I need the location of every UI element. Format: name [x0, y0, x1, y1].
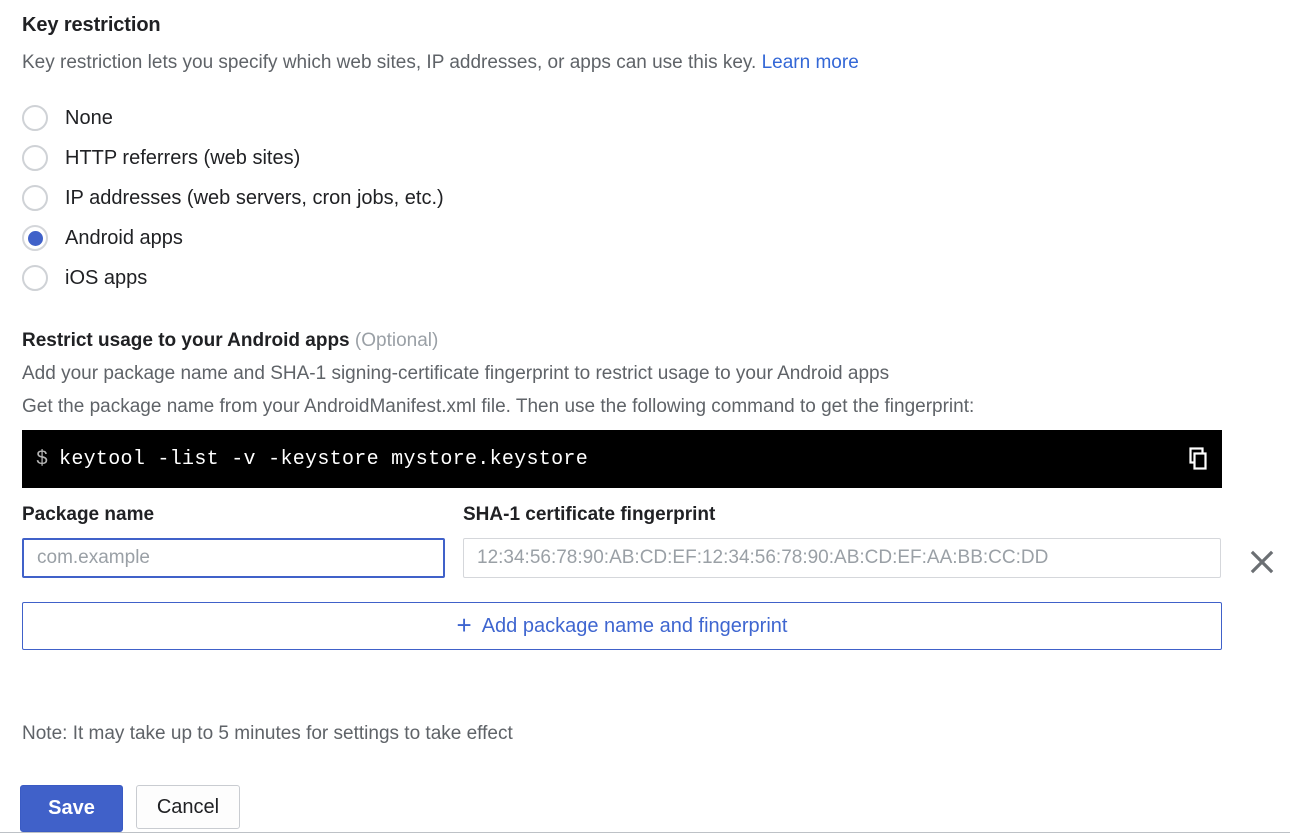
android-section-optional-tag: (Optional) — [354, 330, 439, 351]
plus-icon: + — [456, 610, 472, 640]
package-name-label: Package name — [22, 504, 155, 525]
keytool-command-block: $ keytool -list -v -keystore mystore.key… — [22, 430, 1222, 488]
bottom-divider — [0, 832, 1290, 833]
section-description-text: Key restriction lets you specify which w… — [22, 52, 757, 73]
radio-option-ios-apps[interactable]: iOS apps — [22, 263, 147, 293]
sha1-label: SHA-1 certificate fingerprint — [463, 504, 716, 525]
radio-label-none: None — [65, 106, 113, 129]
radio-option-none[interactable]: None — [22, 103, 113, 133]
radio-indicator-http-referrers[interactable] — [22, 145, 48, 171]
copy-icon[interactable] — [1182, 444, 1212, 474]
page-title: Key restriction — [22, 14, 161, 36]
section-description: Key restriction lets you specify which w… — [22, 52, 859, 74]
save-button[interactable]: Save — [20, 785, 123, 832]
radio-option-http-referrers[interactable]: HTTP referrers (web sites) — [22, 143, 300, 173]
radio-indicator-ios-apps[interactable] — [22, 265, 48, 291]
learn-more-link[interactable]: Learn more — [762, 52, 859, 73]
radio-indicator-android-apps[interactable] — [22, 225, 48, 251]
radio-label-http-referrers: HTTP referrers (web sites) — [65, 146, 301, 169]
add-package-button-label: Add package name and fingerprint — [481, 614, 788, 637]
android-helper-line-1: Add your package name and SHA-1 signing-… — [22, 363, 890, 384]
terminal-prompt: $ — [36, 447, 49, 471]
android-helper-line-2: Get the package name from your AndroidMa… — [22, 396, 975, 417]
add-package-name-and-fingerprint-button[interactable]: + Add package name and fingerprint — [22, 602, 1222, 650]
radio-option-android-apps[interactable]: Android apps — [22, 223, 183, 253]
android-section-title-text: Restrict usage to your Android apps — [22, 330, 350, 351]
radio-label-ios-apps: iOS apps — [65, 266, 148, 289]
key-restriction-panel: Key restriction Key restriction lets you… — [0, 0, 1290, 838]
radio-indicator-none[interactable] — [22, 105, 48, 131]
radio-label-ip-addresses: IP addresses (web servers, cron jobs, et… — [65, 186, 444, 209]
package-name-input[interactable] — [22, 538, 445, 578]
terminal-command: keytool -list -v -keystore mystore.keyst… — [59, 447, 588, 471]
android-section-title: Restrict usage to your Android apps (Opt… — [22, 330, 438, 352]
cancel-button[interactable]: Cancel — [136, 785, 240, 829]
close-icon[interactable] — [1244, 544, 1280, 580]
radio-option-ip-addresses[interactable]: IP addresses (web servers, cron jobs, et… — [22, 183, 444, 213]
sha1-fingerprint-input[interactable] — [463, 538, 1221, 578]
radio-indicator-ip-addresses[interactable] — [22, 185, 48, 211]
settings-delay-note: Note: It may take up to 5 minutes for se… — [22, 723, 513, 744]
radio-label-android-apps: Android apps — [65, 226, 183, 249]
